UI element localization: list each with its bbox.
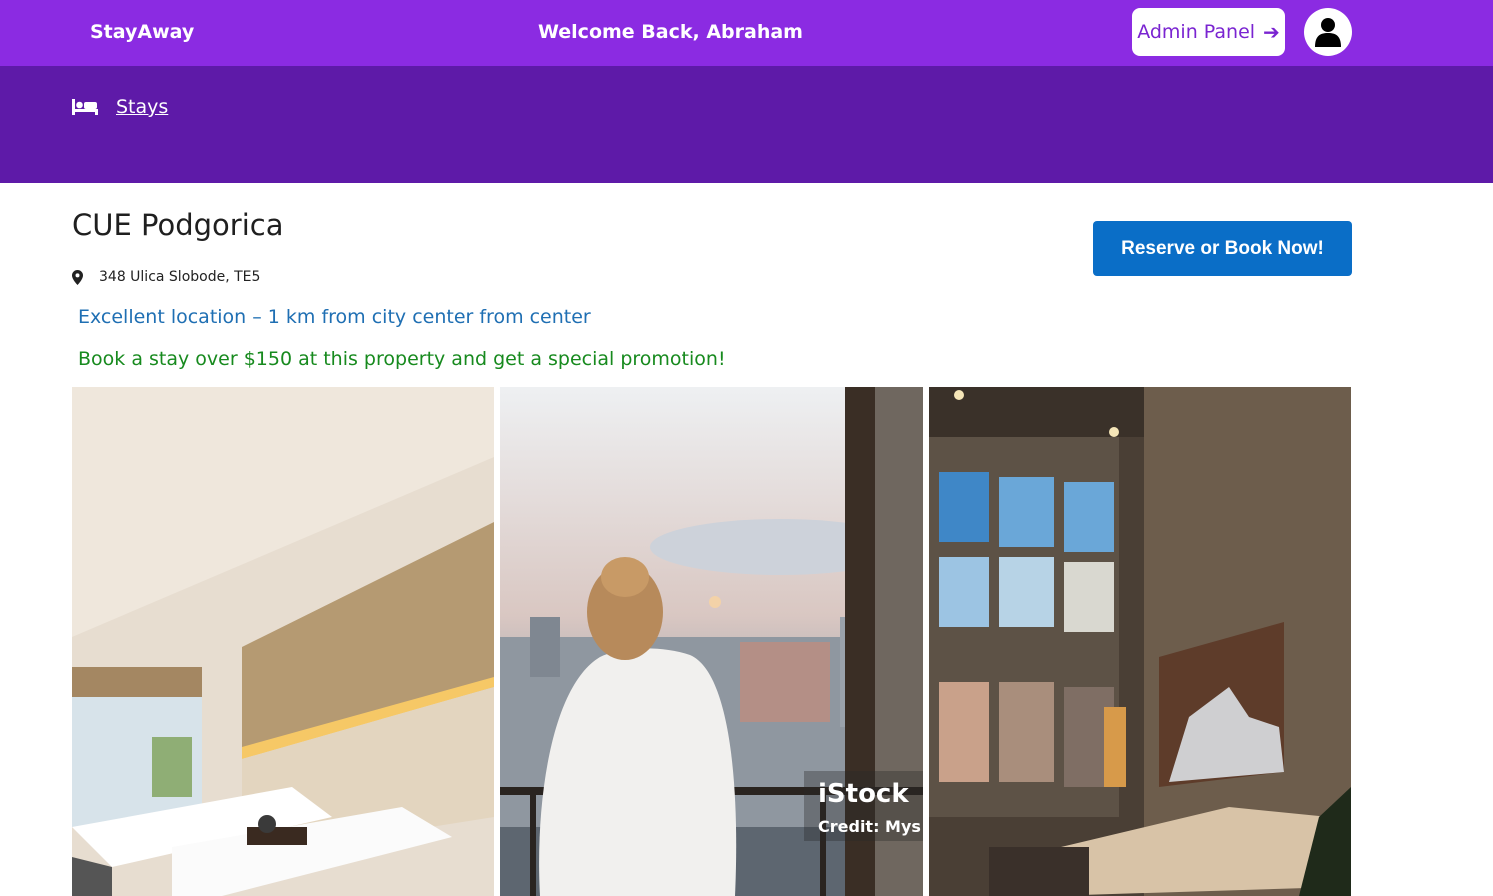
- watermark-credit: Credit: Mys: [818, 817, 921, 836]
- location-highlight: Excellent location – 1 km from city cent…: [78, 306, 591, 328]
- watermark: iStock Credit: Mys: [804, 771, 923, 841]
- nav-item-stays[interactable]: Stays: [72, 96, 168, 118]
- admin-panel-button[interactable]: Admin Panel ➔: [1132, 8, 1285, 56]
- user-icon: [1315, 18, 1341, 47]
- welcome-message: Welcome Back, Abraham: [538, 21, 803, 43]
- top-navbar: StayAway Welcome Back, Abraham Admin Pan…: [0, 0, 1493, 66]
- admin-panel-label: Admin Panel: [1137, 21, 1256, 43]
- brand-logo[interactable]: StayAway: [90, 21, 194, 43]
- gallery-photo-bedroom[interactable]: [72, 387, 494, 896]
- property-title: CUE Podgorica: [72, 208, 284, 242]
- map-pin-icon: [72, 269, 83, 285]
- nav-item-label: Stays: [116, 96, 169, 118]
- arrow-right-icon: ➔: [1263, 20, 1280, 44]
- gallery-photo-balcony[interactable]: iStock Credit: Mys: [500, 387, 923, 896]
- sub-navbar: Stays: [0, 66, 1493, 183]
- gallery-photo-living-room[interactable]: [929, 387, 1351, 896]
- reserve-button[interactable]: Reserve or Book Now!: [1093, 221, 1352, 276]
- address-text: 348 Ulica Slobode, TE5: [99, 269, 261, 285]
- watermark-logo: iStock: [818, 779, 909, 809]
- user-avatar-button[interactable]: [1304, 8, 1352, 56]
- bed-icon: [72, 99, 98, 115]
- promotion-banner: Book a stay over $150 at this property a…: [78, 348, 726, 370]
- property-address: 348 Ulica Slobode, TE5: [72, 269, 260, 285]
